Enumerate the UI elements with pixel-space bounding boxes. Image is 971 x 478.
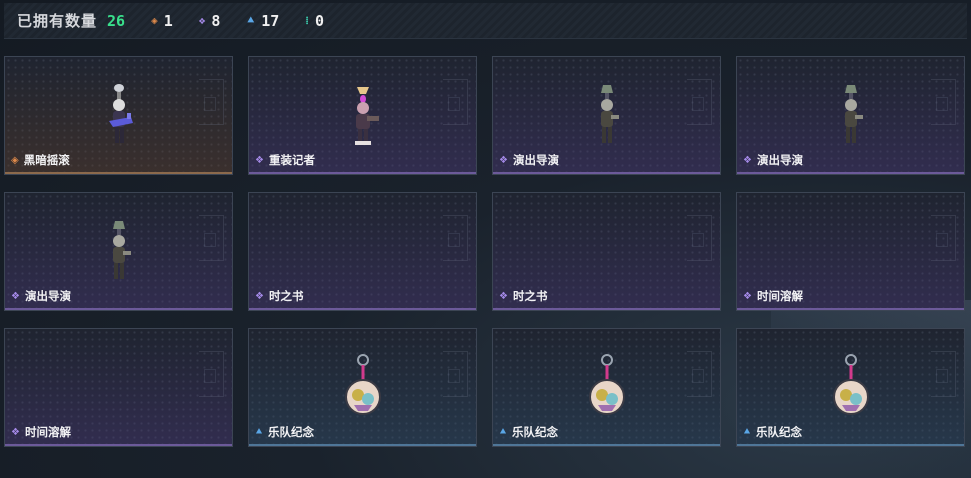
purple-gem-icon: ❖ — [11, 290, 20, 302]
stat-orange: ◈ 1 — [151, 12, 173, 30]
item-label: ⯅ 乐队纪念 — [743, 424, 802, 440]
teal-gem-icon: ⁞ — [305, 14, 309, 27]
purple-gem-icon: ❖ — [499, 290, 508, 302]
card-decoration — [692, 97, 704, 111]
purple-gem-icon: ❖ — [743, 154, 752, 166]
stat-purple-value: 8 — [211, 11, 221, 30]
card-decoration — [448, 233, 460, 247]
band-charm-icon — [589, 354, 625, 415]
item-label: ❖ 演出导演 — [743, 152, 803, 168]
item-name: 时之书 — [512, 289, 548, 303]
item-name: 演出导演 — [24, 289, 71, 303]
director-figure-icon — [113, 221, 131, 279]
owned-label: 已拥有数量 — [17, 12, 98, 30]
stat-teal-value: 0 — [314, 11, 324, 30]
purple-gem-icon: ❖ — [198, 14, 206, 27]
card-decoration — [936, 369, 948, 383]
orange-gem-icon: ◈ — [11, 154, 19, 166]
item-label: ⯅ 乐队纪念 — [255, 424, 314, 440]
item-card[interactable]: ❖ 重装记者 — [248, 56, 477, 175]
item-card[interactable]: ⯅ 乐队纪念 — [248, 328, 477, 447]
card-decoration — [448, 97, 460, 111]
item-label: ❖ 演出导演 — [499, 152, 559, 168]
owned-count: 26 — [107, 11, 126, 30]
card-decoration — [936, 233, 948, 247]
item-label: ⯅ 乐队纪念 — [499, 424, 558, 440]
item-name: 时间溶解 — [756, 289, 803, 303]
purple-gem-icon: ❖ — [743, 290, 752, 302]
stat-purple: ❖ 8 — [199, 12, 221, 30]
purple-gem-icon: ❖ — [499, 154, 508, 166]
card-decoration — [692, 233, 704, 247]
item-label: ❖ 重装记者 — [255, 152, 315, 168]
item-label: ❖ 时间溶解 — [11, 424, 71, 440]
item-card[interactable]: ❖ 时间溶解 — [4, 328, 233, 447]
purple-gem-icon: ❖ — [11, 426, 20, 438]
stat-teal: ⁞ 0 — [305, 12, 324, 30]
item-name: 乐队纪念 — [756, 425, 802, 439]
director-figure-icon — [845, 85, 863, 143]
item-card[interactable]: ❖ 时之书 — [492, 192, 721, 311]
orange-gem-icon: ◈ — [151, 14, 158, 27]
rocker-figure-icon — [109, 84, 133, 143]
card-decoration — [936, 97, 948, 111]
item-label: ❖ 时间溶解 — [743, 288, 803, 304]
item-name: 乐队纪念 — [512, 425, 558, 439]
item-label: ❖ 时之书 — [255, 288, 303, 304]
item-card[interactable]: ❖ 演出导演 — [736, 56, 965, 175]
card-decoration — [448, 369, 460, 383]
owned-summary-bar: 已拥有数量 26 ◈ 1 ❖ 8 ⯅ 17 ⁞ 0 — [4, 3, 967, 39]
blue-gem-icon: ⯅ — [499, 426, 507, 438]
item-card[interactable]: ⯅ 乐队纪念 — [736, 328, 965, 447]
director-figure-icon — [601, 85, 619, 143]
item-name: 时之书 — [268, 289, 304, 303]
card-decoration — [204, 369, 216, 383]
blue-gem-icon: ⯅ — [255, 426, 263, 438]
reporter-figure-icon — [355, 87, 379, 145]
item-card[interactable]: ◈ 黑暗摇滚 — [4, 56, 233, 175]
item-label: ❖ 演出导演 — [11, 288, 71, 304]
purple-gem-icon: ❖ — [255, 154, 264, 166]
item-name: 重装记者 — [268, 153, 315, 167]
blue-gem-icon: ⯅ — [246, 13, 256, 27]
stat-blue: ⯅ 17 — [246, 12, 279, 30]
item-card[interactable]: ❖ 演出导演 — [492, 56, 721, 175]
item-name: 演出导演 — [756, 153, 803, 167]
item-card[interactable]: ⯅ 乐队纪念 — [492, 328, 721, 447]
band-charm-icon — [833, 354, 869, 415]
purple-gem-icon: ❖ — [255, 290, 264, 302]
item-card[interactable]: ❖ 时之书 — [248, 192, 477, 311]
band-charm-icon — [345, 354, 381, 415]
item-name: 乐队纪念 — [268, 425, 314, 439]
item-label: ◈ 黑暗摇滚 — [11, 152, 70, 168]
stat-blue-value: 17 — [261, 11, 280, 30]
card-decoration — [204, 233, 216, 247]
item-label: ❖ 时之书 — [499, 288, 547, 304]
stat-orange-value: 1 — [163, 11, 173, 30]
blue-gem-icon: ⯅ — [743, 426, 751, 438]
item-card[interactable]: ❖ 演出导演 — [4, 192, 233, 311]
item-name: 时间溶解 — [24, 425, 71, 439]
card-decoration — [692, 369, 704, 383]
item-name: 黑暗摇滚 — [23, 153, 70, 167]
item-card[interactable]: ❖ 时间溶解 — [736, 192, 965, 311]
item-name: 演出导演 — [512, 153, 559, 167]
card-decoration — [204, 97, 216, 111]
